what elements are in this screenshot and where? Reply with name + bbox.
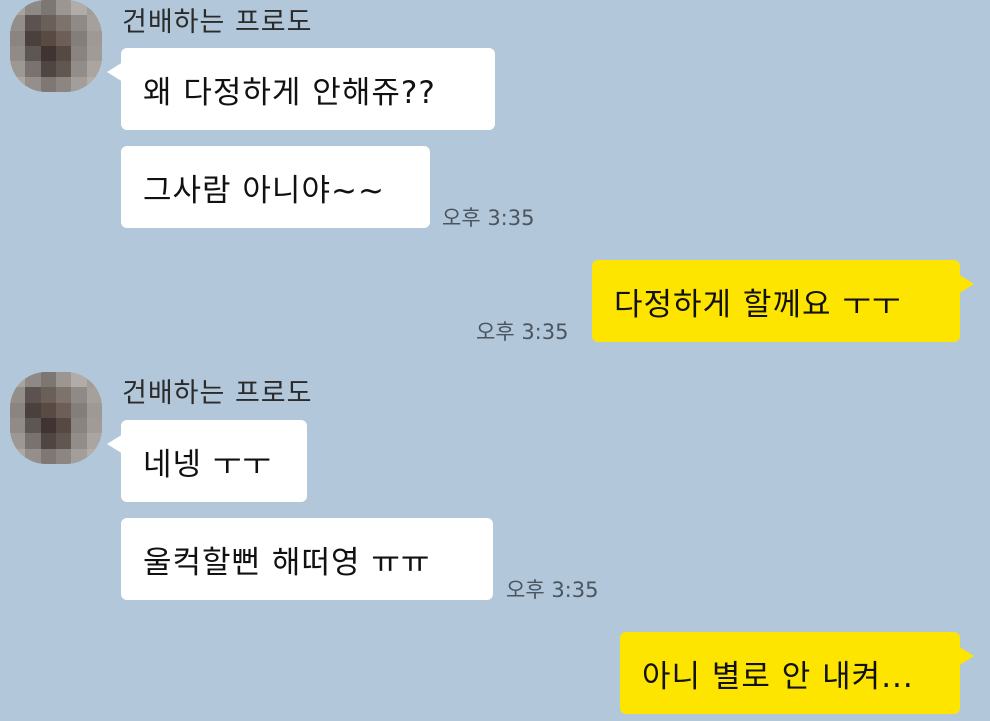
avatar-pixel — [71, 61, 87, 77]
avatar-pixel — [25, 448, 41, 464]
avatar-pixel — [86, 76, 102, 92]
avatar-pixel — [10, 387, 26, 403]
avatar-pixel — [10, 30, 26, 46]
avatar-pixel — [86, 30, 102, 46]
my-message-bubble[interactable]: 아니 별로 안 내켜... — [620, 632, 974, 714]
avatar-pixel — [86, 45, 102, 62]
avatar-pixel — [10, 372, 26, 388]
message-text: 아니 별로 안 내켜... — [642, 658, 914, 695]
avatar-pixel — [55, 0, 72, 16]
avatar-pixel — [55, 372, 72, 388]
avatar-pixel — [71, 433, 87, 449]
avatar-pixel — [10, 76, 26, 92]
avatar-pixel — [25, 76, 41, 92]
avatar-pixel — [25, 417, 41, 434]
avatar-pixel — [86, 402, 102, 418]
avatar-pixel — [40, 387, 56, 403]
avatar-pixel — [55, 387, 72, 403]
avatar-pixel — [10, 448, 26, 464]
avatar-pixel — [40, 417, 56, 434]
avatar-pixel — [40, 45, 56, 62]
avatar-pixel — [55, 433, 72, 449]
message-bubble[interactable]: 그사람 아니야~~ — [121, 146, 430, 228]
avatar-pixel — [40, 76, 56, 92]
avatar-pixel — [25, 433, 41, 449]
avatar-pixel — [55, 417, 72, 434]
avatar-pixel — [71, 372, 87, 388]
avatar-pixel — [10, 433, 26, 449]
avatar-pixel — [10, 417, 26, 434]
message-timestamp: 오후 3:35 — [506, 578, 599, 602]
avatar-pixel — [10, 45, 26, 62]
sender-avatar[interactable] — [10, 372, 102, 464]
sender-name: 건배하는 프로도 — [122, 7, 313, 38]
message-text: 그사람 아니야~~ — [143, 172, 385, 209]
message-bubble[interactable]: 네넹 ㅜㅜ — [107, 420, 307, 502]
avatar-pixel — [55, 402, 72, 418]
avatar-pixel — [86, 387, 102, 403]
message-text: 왜 다정하게 안해쥬?? — [143, 74, 436, 111]
avatar-pixel — [55, 448, 72, 464]
message-bubble[interactable]: 울컥할뻔 해떠영 ㅠㅠ — [121, 518, 493, 600]
avatar-pixel — [10, 402, 26, 418]
avatar-pixel — [40, 402, 56, 418]
avatar-pixel — [40, 0, 56, 16]
message-bubble[interactable]: 왜 다정하게 안해쥬?? — [107, 48, 495, 130]
message-text: 네넹 ㅜㅜ — [143, 446, 272, 483]
avatar-pixel — [40, 30, 56, 46]
avatar-pixel — [40, 372, 56, 388]
avatar-pixel — [55, 15, 72, 31]
my-message-bubble[interactable]: 다정하게 할께요 ㅜㅜ — [592, 260, 974, 342]
avatar-pixel — [25, 45, 41, 62]
avatar-pixel — [40, 15, 56, 31]
message-text: 다정하게 할께요 ㅜㅜ — [614, 286, 902, 323]
avatar-pixel — [10, 0, 26, 16]
avatar-pixel — [55, 45, 72, 62]
avatar-pixel — [25, 0, 41, 16]
avatar-pixel — [71, 448, 87, 464]
avatar-pixel — [55, 76, 72, 92]
avatar-pixel — [10, 61, 26, 77]
avatar-pixel — [86, 372, 102, 388]
message-timestamp: 오후 3:35 — [476, 320, 569, 344]
avatar-pixel — [86, 433, 102, 449]
avatar-pixel — [71, 45, 87, 62]
avatar-pixel — [86, 448, 102, 464]
avatar-pixel — [71, 387, 87, 403]
avatar-pixel — [71, 417, 87, 434]
avatar-pixel — [25, 402, 41, 418]
avatar-pixel — [71, 15, 87, 31]
avatar-pixel — [55, 61, 72, 77]
avatar-pixel — [86, 15, 102, 31]
avatar-pixel — [71, 402, 87, 418]
message-text: 울컥할뻔 해떠영 ㅠㅠ — [143, 544, 431, 581]
avatar-pixel — [86, 417, 102, 434]
avatar-pixel — [25, 30, 41, 46]
avatar-pixel — [71, 30, 87, 46]
avatar-pixel — [25, 15, 41, 31]
avatar-pixel — [55, 30, 72, 46]
avatar-pixel — [40, 61, 56, 77]
avatar-pixel — [71, 76, 87, 92]
avatar-pixel — [86, 0, 102, 16]
avatar-pixel — [25, 387, 41, 403]
avatar-pixel — [25, 61, 41, 77]
avatar-pixel — [25, 372, 41, 388]
avatar-pixel — [40, 433, 56, 449]
sender-avatar[interactable] — [10, 0, 102, 92]
avatar-pixel — [10, 15, 26, 31]
avatar-pixel — [40, 448, 56, 464]
sender-name: 건배하는 프로도 — [122, 378, 313, 409]
message-timestamp: 오후 3:35 — [442, 206, 535, 230]
avatar-pixel — [71, 0, 87, 16]
avatar-pixel — [86, 61, 102, 77]
